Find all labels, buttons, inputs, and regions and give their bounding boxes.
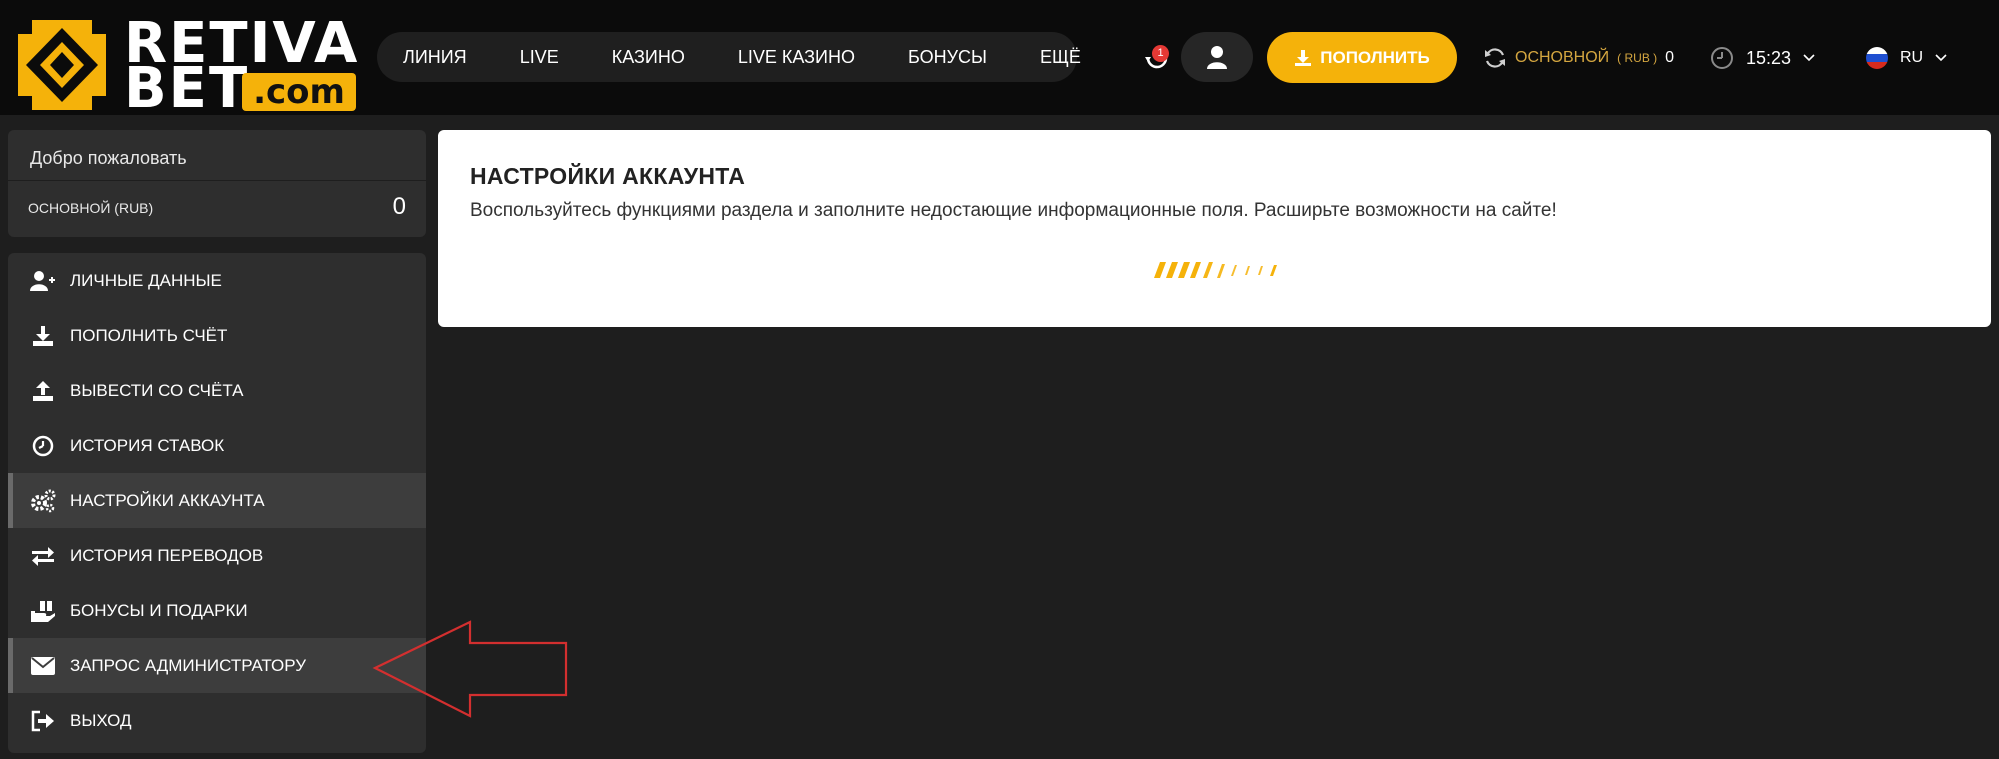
- menu-item-personal-data[interactable]: ЛИЧНЫЕ ДАННЫЕ: [8, 253, 426, 308]
- chevron-down-icon: [1935, 54, 1947, 62]
- clock-icon: [30, 433, 56, 459]
- site-logo[interactable]: RETIVA BET .com: [18, 14, 357, 117]
- nav-live[interactable]: LIVE: [520, 47, 559, 68]
- menu-label: БОНУСЫ И ПОДАРКИ: [70, 600, 248, 620]
- user-plus-icon: [30, 268, 56, 294]
- chevron-down-icon: [1803, 54, 1815, 62]
- menu-label: НАСТРОЙКИ АККАУНТА: [70, 490, 265, 510]
- gears-icon: [30, 488, 56, 514]
- menu-item-withdraw[interactable]: ВЫВЕСТИ СО СЧЁТА: [8, 363, 426, 418]
- top-header: RETIVA BET .com ЛИНИЯ LIVE КАЗИНО LIVE К…: [0, 0, 1999, 117]
- account-balance: 0: [392, 193, 406, 220]
- menu-label: ИСТОРИЯ ПЕРЕВОДОВ: [70, 545, 264, 565]
- divider: [8, 180, 426, 181]
- user-icon: [1207, 46, 1227, 69]
- page-description: Воспользуйтесь функциями раздела и запол…: [470, 200, 1557, 221]
- nav-liniya[interactable]: ЛИНИЯ: [403, 47, 467, 68]
- logo-text-com: .com: [242, 73, 356, 111]
- balance-label: ОСНОВНОЙ: [1515, 49, 1610, 66]
- russia-flag-icon: [1866, 47, 1888, 69]
- clock-time: 15:23: [1746, 47, 1792, 68]
- account-menu: ЛИЧНЫЕ ДАННЫЕ ПОПОЛНИТЬ СЧЁТ ВЫВЕСТИ СО …: [8, 253, 426, 753]
- menu-item-deposit[interactable]: ПОПОЛНИТЬ СЧЁТ: [8, 308, 426, 363]
- clock-dropdown[interactable]: 15:23: [1710, 45, 1815, 71]
- nav-casino[interactable]: КАЗИНО: [612, 47, 685, 68]
- menu-item-bet-history[interactable]: ИСТОРИЯ СТАВОК: [8, 418, 426, 473]
- nav-bonuses[interactable]: БОНУСЫ: [908, 47, 987, 68]
- sign-out-icon: [30, 708, 56, 734]
- menu-label: ПОПОЛНИТЬ СЧЁТ: [70, 325, 228, 345]
- menu-item-bonuses[interactable]: БОНУСЫ И ПОДАРКИ: [8, 583, 426, 638]
- menu-label: ИСТОРИЯ СТАВОК: [70, 435, 225, 455]
- balance-currency: ( RUB ): [1617, 51, 1658, 65]
- menu-item-admin-request[interactable]: ЗАПРОС АДМИНИСТРАТОРУ: [8, 638, 426, 693]
- upload-icon: [30, 378, 56, 404]
- welcome-title: Добро пожаловать: [30, 148, 187, 168]
- nav-more[interactable]: ЕЩЁ: [1040, 47, 1081, 68]
- loading-spinner-icon: [1154, 262, 1277, 278]
- user-profile-button[interactable]: [1181, 32, 1253, 82]
- language-code: RU: [1900, 49, 1924, 66]
- page-title: НАСТРОЙКИ АККАУНТА: [470, 163, 746, 189]
- menu-item-account-settings[interactable]: НАСТРОЙКИ АККАУНТА: [8, 473, 426, 528]
- menu-item-transfer-history[interactable]: ИСТОРИЯ ПЕРЕВОДОВ: [8, 528, 426, 583]
- menu-item-logout[interactable]: ВЫХОД: [8, 693, 426, 748]
- menu-label: ЗАПРОС АДМИНИСТРАТОРУ: [70, 655, 307, 675]
- notifications-badge: 1: [1152, 45, 1169, 62]
- logo-text-bet: BET: [124, 56, 250, 121]
- logo-mark-icon: [18, 20, 106, 110]
- language-selector[interactable]: RU: [1866, 45, 1947, 71]
- header-balance[interactable]: ОСНОВНОЙ ( RUB ) 0: [1483, 45, 1674, 71]
- refresh-icon[interactable]: [1483, 46, 1507, 70]
- main-nav: ЛИНИЯ LIVE КАЗИНО LIVE КАЗИНО БОНУСЫ ЕЩЁ: [377, 32, 1081, 82]
- annotation-arrow-icon: [372, 620, 568, 718]
- download-icon: [30, 323, 56, 349]
- menu-label: ВЫВЕСТИ СО СЧЁТА: [70, 380, 244, 400]
- clock-icon: [1711, 47, 1733, 69]
- transfer-arrows-icon: [30, 543, 56, 569]
- account-label: ОСНОВНОЙ (RUB): [28, 200, 154, 216]
- account-settings-panel: НАСТРОЙКИ АККАУНТА Воспользуйтесь функци…: [438, 130, 1991, 327]
- deposit-button[interactable]: ПОПОЛНИТЬ: [1267, 32, 1457, 83]
- envelope-icon: [30, 653, 56, 679]
- menu-label: ВЫХОД: [70, 710, 132, 730]
- menu-label: ЛИЧНЫЕ ДАННЫЕ: [70, 270, 222, 290]
- nav-live-casino[interactable]: LIVE КАЗИНО: [738, 47, 855, 68]
- gift-hand-icon: [30, 598, 56, 624]
- welcome-card: Добро пожаловать ОСНОВНОЙ (RUB) 0: [8, 130, 426, 237]
- deposit-label: ПОПОЛНИТЬ: [1320, 47, 1430, 67]
- download-icon: [1295, 49, 1312, 66]
- balance-value: 0: [1665, 49, 1675, 66]
